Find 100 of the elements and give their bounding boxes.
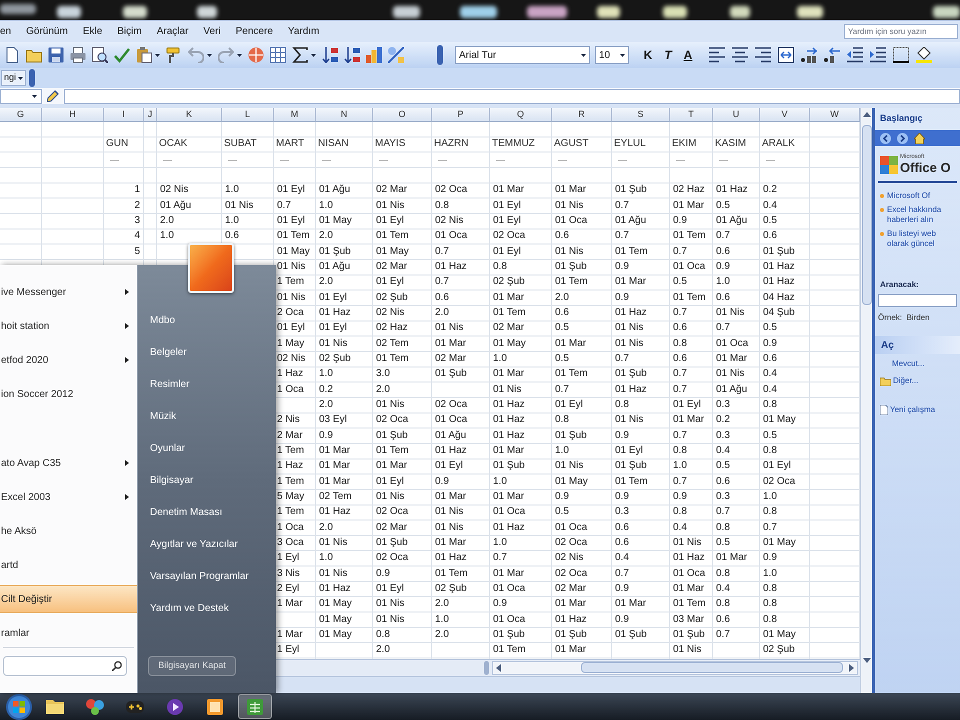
taskbar-app-button[interactable] — [238, 694, 272, 719]
align-right-icon[interactable] — [755, 47, 771, 63]
toolbar-dropdown[interactable]: ngi — [1, 70, 26, 86]
circle-cross-icon[interactable] — [248, 47, 264, 63]
save-icon[interactable] — [48, 47, 64, 63]
column-header[interactable]: K — [157, 108, 222, 121]
program-item[interactable]: artd — [0, 551, 137, 579]
column-header[interactable]: L — [222, 108, 274, 121]
align-center-icon[interactable] — [732, 47, 748, 63]
help-search-field[interactable]: Yardım için soru yazın — [844, 24, 958, 39]
place-item[interactable]: Denetim Masası — [138, 501, 276, 523]
column-header[interactable]: N — [316, 108, 373, 121]
scroll-down-arrow-icon[interactable] — [862, 658, 870, 663]
underline-button[interactable]: A — [679, 46, 697, 64]
tab-split-handle[interactable] — [484, 660, 489, 675]
place-item[interactable]: Yardım ve Destek — [138, 597, 276, 619]
menu-item[interactable]: en — [0, 24, 12, 39]
column-header[interactable]: I — [104, 108, 144, 121]
program-item[interactable]: ato Avap C35 — [0, 449, 137, 477]
pencil-icon[interactable] — [47, 90, 59, 102]
menu-item[interactable]: Ekle — [82, 24, 102, 39]
grid-icon[interactable] — [270, 47, 286, 63]
autosum-icon[interactable] — [292, 47, 308, 63]
merge-cells-icon[interactable] — [778, 47, 794, 63]
increase-indent-icon[interactable] — [870, 47, 886, 63]
bold-button[interactable]: K — [639, 46, 657, 64]
shapes-icon[interactable] — [388, 47, 404, 63]
scrollbar-thumb[interactable] — [581, 662, 843, 674]
menu-item[interactable]: Pencere — [236, 24, 273, 39]
column-header[interactable]: Q — [490, 108, 552, 121]
toolbar-grip[interactable] — [29, 69, 36, 87]
pane-link[interactable]: Mevcut... — [892, 358, 924, 370]
place-item[interactable]: Belgeler — [138, 341, 276, 363]
sort-ascending-icon[interactable] — [322, 47, 338, 63]
column-header[interactable]: O — [373, 108, 432, 121]
column-header[interactable]: V — [760, 108, 810, 121]
italic-button[interactable]: T — [659, 46, 677, 64]
program-item[interactable]: ive Messenger — [0, 278, 137, 306]
column-header[interactable]: T — [670, 108, 713, 121]
pane-link[interactable]: Excel hakkında haberleri alın — [887, 205, 958, 225]
pane-link[interactable]: Diğer... — [893, 375, 918, 387]
caret-icon[interactable] — [620, 54, 625, 56]
program-item[interactable]: hoit station — [0, 312, 137, 340]
column-header[interactable]: R — [552, 108, 612, 121]
caret-icon[interactable] — [311, 54, 316, 56]
print-icon[interactable] — [70, 47, 86, 63]
column-header[interactable]: J — [144, 108, 157, 121]
home-icon[interactable] — [914, 132, 925, 144]
menu-item[interactable]: Görünüm — [26, 24, 68, 39]
decrease-indent-icon[interactable] — [847, 47, 863, 63]
formula-input[interactable] — [64, 88, 960, 104]
place-item[interactable]: Müzik — [138, 405, 276, 427]
program-item[interactable]: ion Soccer 2012 — [0, 380, 137, 408]
vertical-scrollbar[interactable] — [860, 108, 872, 693]
open-folder-icon[interactable] — [26, 47, 42, 63]
pane-search-field[interactable] — [878, 294, 957, 307]
place-item[interactable]: Resimler — [138, 373, 276, 395]
pane-link[interactable]: Bu listeyi web olarak güncel — [887, 229, 958, 249]
place-item[interactable]: Bilgisayar — [138, 469, 276, 491]
menu-item[interactable]: Veri — [203, 24, 221, 39]
menu-item[interactable]: Biçim — [117, 24, 142, 39]
caret-icon[interactable] — [18, 76, 24, 80]
place-item[interactable]: Aygıtlar ve Yazıcılar — [138, 533, 276, 555]
place-item[interactable]: Mdbo — [138, 309, 276, 331]
font-name-dropdown[interactable]: Arial Tur — [455, 46, 590, 64]
program-item[interactable]: he Aksö — [0, 517, 137, 545]
pane-link[interactable]: Yeni çalışma — [890, 404, 936, 416]
align-left-icon[interactable] — [709, 47, 725, 63]
bar-chart-icon[interactable] — [366, 47, 382, 63]
new-file-icon[interactable] — [4, 47, 20, 63]
column-header[interactable]: M — [274, 108, 316, 121]
column-header[interactable]: S — [612, 108, 670, 121]
menu-item[interactable]: Araçlar — [156, 24, 188, 39]
column-header[interactable]: H — [42, 108, 104, 121]
place-item[interactable]: Oyunlar — [138, 437, 276, 459]
toolbar-grip[interactable] — [437, 45, 443, 65]
scroll-up-arrow-icon[interactable] — [862, 112, 870, 117]
paste-icon[interactable] — [136, 47, 152, 63]
caret-icon[interactable] — [581, 54, 586, 56]
column-header[interactable]: G — [0, 108, 42, 121]
checkmark-icon[interactable] — [114, 47, 130, 63]
caret-icon[interactable] — [155, 54, 160, 56]
place-item[interactable]: Varsayılan Programlar — [138, 565, 276, 587]
caret-icon[interactable] — [207, 54, 212, 56]
caret-icon[interactable] — [237, 54, 242, 56]
forward-icon[interactable] — [897, 132, 908, 144]
decrease-decimal-icon[interactable] — [824, 47, 840, 63]
program-item[interactable]: ramlar — [0, 619, 137, 647]
program-item[interactable]: etfod 2020 — [0, 346, 137, 374]
shutdown-button[interactable]: Bilgisayarı Kapat — [148, 656, 236, 676]
horizontal-scrollbar[interactable] — [492, 660, 858, 675]
column-header[interactable]: U — [713, 108, 760, 121]
column-header[interactable]: P — [432, 108, 490, 121]
scroll-left-arrow-icon[interactable] — [496, 664, 501, 672]
caret-icon[interactable] — [32, 94, 37, 98]
scroll-right-arrow-icon[interactable] — [849, 664, 854, 672]
sort-descending-icon[interactable] — [344, 47, 360, 63]
search-field[interactable] — [3, 656, 127, 676]
menu-item[interactable]: Yardım — [288, 24, 320, 39]
program-item[interactable]: Excel 2003 — [0, 483, 137, 511]
